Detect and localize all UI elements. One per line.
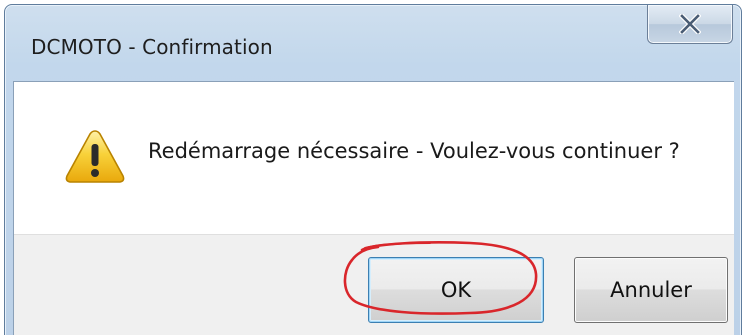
- close-icon: [679, 14, 701, 34]
- cancel-button-label: Annuler: [610, 278, 692, 302]
- ok-button[interactable]: OK: [368, 257, 544, 323]
- screenshot: DCMOTO - Confirmation Redémarrage nécess…: [0, 0, 744, 335]
- confirmation-dialog: DCMOTO - Confirmation Redémarrage nécess…: [4, 4, 742, 335]
- warning-icon: [64, 128, 126, 184]
- message-text: Redémarrage nécessaire - Voulez-vous con…: [148, 139, 680, 163]
- ok-button-label: OK: [440, 278, 472, 302]
- cancel-button[interactable]: Annuler: [574, 257, 728, 323]
- close-button[interactable]: [647, 5, 733, 44]
- dialog-body: Redémarrage nécessaire - Voulez-vous con…: [13, 81, 734, 335]
- title-bar[interactable]: DCMOTO - Confirmation: [5, 5, 741, 80]
- window-title: DCMOTO - Confirmation: [31, 35, 273, 59]
- message-area: Redémarrage nécessaire - Voulez-vous con…: [14, 82, 734, 234]
- button-bar: OK Annuler: [14, 234, 734, 335]
